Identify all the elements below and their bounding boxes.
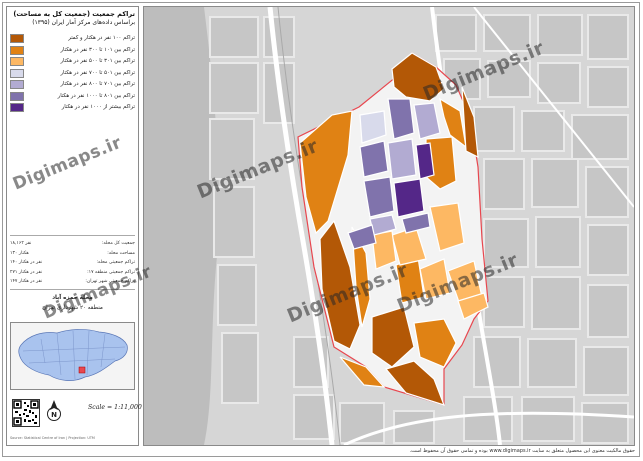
stat-label: تراکم جمعیتی محله: bbox=[96, 260, 135, 265]
density-parcel bbox=[387, 138, 417, 180]
copyright-footer: حقوق مالکیت معنوی این محصول متعلق به سای… bbox=[409, 448, 635, 454]
divider bbox=[10, 235, 135, 236]
stat-value: ۲۷۱ نفر در هکتار bbox=[10, 269, 43, 275]
stat-value: ۱۳۰ هکتار bbox=[10, 250, 29, 256]
density-parcel bbox=[393, 178, 425, 218]
density-parcel bbox=[359, 140, 389, 178]
legend-label: تراکم بین ۸۰۱ تا ۱۰۰۰ نفر در هکتار bbox=[57, 92, 135, 99]
legend-item: تراکم بین ۷۰۱ تا ۸۰۰ نفر در هکتار bbox=[10, 79, 135, 90]
legend-label: تراکم بین ۱۰۱ تا ۳۰۰ نفر در هکتار bbox=[60, 46, 136, 53]
qr-code bbox=[12, 399, 40, 427]
scale-label: Scale = 1:11,000 bbox=[88, 404, 142, 411]
stat-row: ۱۸,۱۶۲ نفر جمعیت کل محله: bbox=[10, 240, 135, 248]
north-arrow-icon: N bbox=[46, 399, 62, 425]
stat-value: ۱۸,۱۶۲ نفر bbox=[10, 241, 32, 246]
legend-swatch bbox=[10, 68, 24, 78]
legend-item: تراکم ۱۰۰ نفر در هکتار و کمتر bbox=[10, 33, 135, 44]
legend-label: تراکم بین ۵۰۱ تا ۷۰۰ نفر در هکتار bbox=[60, 69, 136, 76]
legend-item: تراکم بیشتر از ۱۰۰۰ نفر در هکتار bbox=[10, 102, 135, 113]
legend-label: تراکم ۱۰۰ نفر در هکتار و کمتر bbox=[68, 35, 135, 41]
legend-item: تراکم بین ۱۰۱ تا ۳۰۰ نفر در هکتار bbox=[10, 45, 135, 56]
stat-label: جمعیت کل محله: bbox=[101, 241, 135, 246]
legend-label: تراکم بیشتر از ۱۰۰۰ نفر در هکتار bbox=[61, 104, 135, 110]
legend-swatch bbox=[10, 34, 24, 43]
map-title: تراکم جمعیت (جمعیت کل به مساحت) bbox=[13, 10, 135, 18]
source-note: Source: Statistical Centre of Iran | Pro… bbox=[10, 436, 95, 440]
density-parcel bbox=[363, 176, 395, 218]
map-graphic bbox=[144, 7, 634, 445]
stat-value: ۱۴۰ نفر در هکتار bbox=[10, 260, 43, 265]
legend-item: تراکم بین ۵۰۱ تا ۷۰۰ نفر در هکتار bbox=[10, 68, 135, 79]
stat-label: مساحت محله: bbox=[107, 250, 135, 256]
legend-label: تراکم بین ۳۰۱ تا ۵۰۰ نفر در هکتار bbox=[60, 58, 136, 64]
legend-swatch bbox=[10, 45, 24, 55]
stat-row: ۱۳۰ هکتار مساحت محله: bbox=[10, 250, 135, 258]
legend-swatch bbox=[10, 57, 24, 66]
locator-map-graphic bbox=[11, 323, 134, 389]
location-marker bbox=[78, 366, 86, 374]
legend-label: تراکم بین ۷۰۱ تا ۸۰۰ نفر در هکتار bbox=[60, 81, 136, 87]
legend-item: تراکم بین ۳۰۱ تا ۵۰۰ نفر در هکتار bbox=[10, 56, 135, 67]
locator-map bbox=[10, 322, 135, 390]
svg-text:N: N bbox=[51, 411, 57, 419]
stat-value: ۱۴۷ نفر در هکتار bbox=[10, 279, 43, 284]
legend-swatch bbox=[10, 80, 24, 89]
legend-swatch bbox=[10, 91, 24, 101]
map-subtitle: براساس داده‌های مرکز آمار ایران (۱۳۹۵) bbox=[32, 19, 135, 26]
map-canvas[interactable]: Digimaps.ir Digimaps.ir Digimaps.ir Digi… bbox=[143, 6, 635, 446]
legend-swatch bbox=[10, 103, 24, 112]
stat-row: ۱۴۰ نفر در هکتار تراکم جمعیتی محله: bbox=[10, 259, 135, 267]
legend-item: تراکم بین ۸۰۱ تا ۱۰۰۰ نفر در هکتار bbox=[10, 91, 135, 102]
